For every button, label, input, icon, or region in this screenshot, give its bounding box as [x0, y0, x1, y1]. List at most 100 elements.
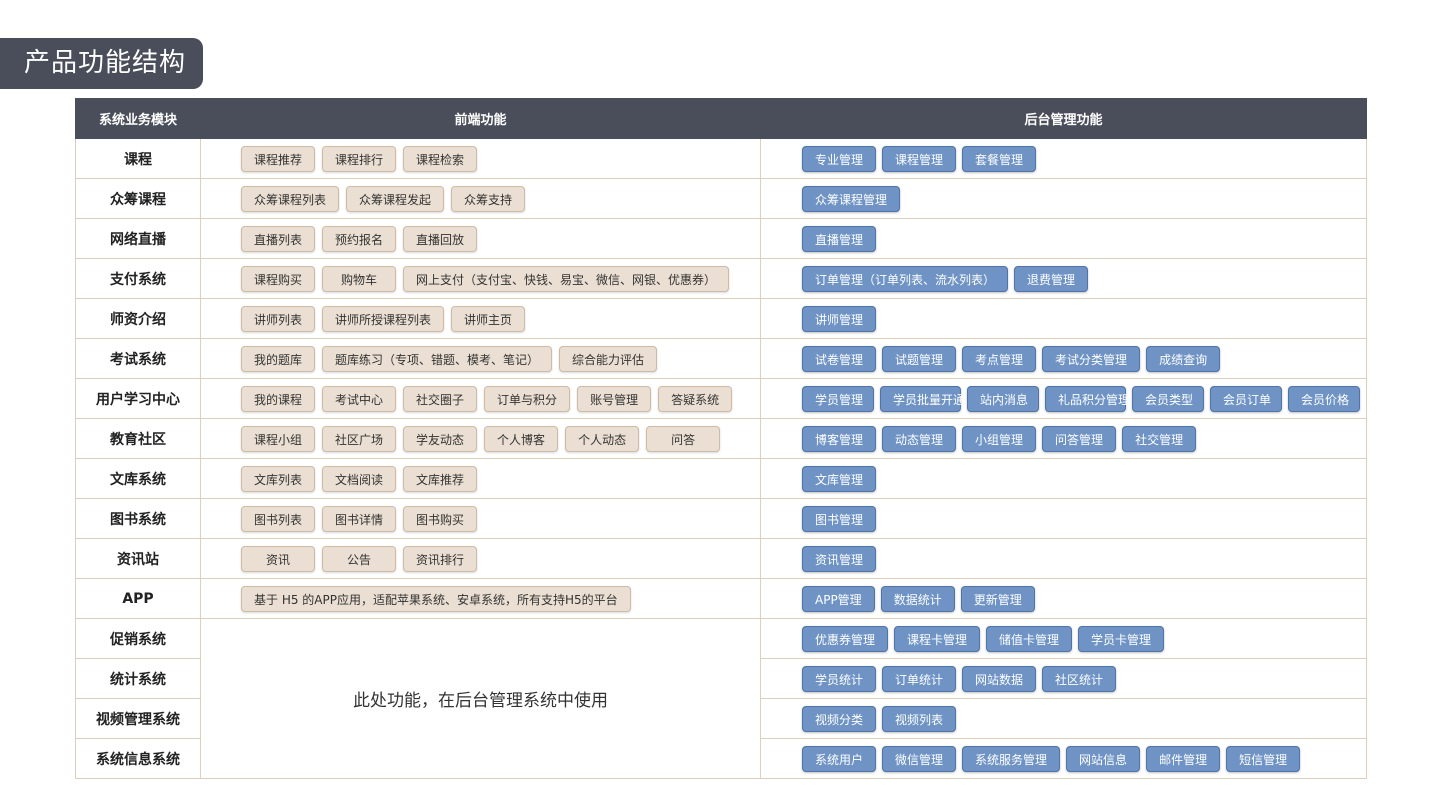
back-feature-chip: 文库管理 — [802, 465, 877, 492]
front-features-cell: 基于 H5 的APP应用，适配苹果系统、安卓系统，所有支持H5的平台 — [200, 578, 761, 619]
front-feature-chip: 公告 — [322, 545, 396, 572]
front-feature-chip: 课程排行 — [322, 145, 397, 172]
front-feature-chip: 问答 — [646, 425, 721, 452]
front-feature-chip: 图书详情 — [322, 505, 397, 532]
front-feature-chip: 我的题库 — [241, 345, 316, 372]
front-feature-chip: 账号管理 — [577, 385, 652, 412]
back-feature-chip: 礼品积分管理 — [1045, 385, 1130, 412]
back-chip-list: 图书管理 — [802, 505, 1366, 532]
back-feature-chip: 成绩查询 — [1146, 345, 1221, 372]
back-chip-list: 视频分类 视频列表 — [802, 705, 1366, 732]
back-features-cell: 文库管理 — [760, 458, 1367, 499]
back-feature-chip: 更新管理 — [960, 585, 1035, 612]
back-chip-list: 文库管理 — [802, 465, 1366, 492]
front-feature-chip: 图书购买 — [403, 505, 478, 532]
front-feature-chip: 题库练习（专项、错题、模考、笔记） — [322, 345, 553, 372]
table-row: 师资介绍 讲师列表 讲师所授课程列表 讲师主页 讲师管理 — [75, 298, 1367, 339]
front-features-cell: 资讯 公告 资讯排行 — [200, 538, 761, 579]
front-feature-chip: 课程推荐 — [241, 145, 316, 172]
back-feature-chip: 图书管理 — [802, 505, 877, 532]
front-feature-chip: 讲师列表 — [241, 305, 316, 332]
back-feature-chip: 专业管理 — [802, 145, 877, 172]
back-chip-list: 学员管理 学员批量开通 站内消息 礼品积分管理 会员类型 会员订单 会员价格 — [802, 385, 1366, 412]
front-feature-chip: 订单与积分 — [484, 385, 571, 412]
back-chip-list: 试卷管理 试题管理 考点管理 考试分类管理 成绩查询 — [802, 345, 1366, 372]
front-feature-chip: 讲师主页 — [451, 305, 526, 332]
module-name: 资讯站 — [75, 538, 201, 579]
front-feature-chip: 网上支付（支付宝、快钱、易宝、微信、网银、优惠券） — [403, 265, 730, 292]
front-features-cell: 我的课程 考试中心 社交圈子 订单与积分 账号管理 答疑系统 — [200, 378, 761, 419]
table-row: 网络直播 直播列表 预约报名 直播回放 直播管理 — [75, 218, 1367, 259]
back-feature-chip: 套餐管理 — [962, 145, 1037, 172]
back-features-cell: 众筹课程管理 — [760, 178, 1367, 219]
back-chip-list: 直播管理 — [802, 225, 1366, 252]
back-chip-list: 订单管理（订单列表、流水列表） 退费管理 — [802, 265, 1366, 292]
back-feature-chip: 考试分类管理 — [1042, 345, 1141, 372]
back-feature-chip: 学员批量开通 — [880, 385, 965, 412]
front-chip-list: 课程小组 社区广场 学友动态 个人博客 个人动态 问答 — [241, 425, 760, 452]
header-front: 前端功能 — [200, 98, 761, 139]
back-feature-chip: 众筹课程管理 — [802, 185, 901, 212]
back-feature-chip: 会员价格 — [1288, 385, 1360, 412]
front-feature-chip: 社区广场 — [322, 425, 397, 452]
front-chip-list: 众筹课程列表 众筹课程发起 众筹支持 — [241, 185, 760, 212]
table-body: 课程 课程推荐 课程排行 课程检索 专业管理 课程管理 套餐管理 众筹课程 众筹课程列表 众筹课程… — [75, 138, 1367, 779]
back-feature-chip: 网站信息 — [1066, 745, 1141, 772]
back-features-cell: 系统用户 微信管理 系统服务管理 网站信息 邮件管理 短信管理 — [760, 738, 1367, 779]
back-chip-list: 专业管理 课程管理 套餐管理 — [802, 145, 1366, 172]
back-feature-chip: 问答管理 — [1042, 425, 1117, 452]
back-feature-chip: 微信管理 — [882, 745, 957, 772]
front-feature-chip: 预约报名 — [322, 225, 397, 252]
module-name: 图书系统 — [75, 498, 201, 539]
back-features-cell: 试卷管理 试题管理 考点管理 考试分类管理 成绩查询 — [760, 338, 1367, 379]
front-feature-chip: 讲师所授课程列表 — [322, 305, 445, 332]
module-name: 文库系统 — [75, 458, 201, 499]
front-features-cell: 直播列表 预约报名 直播回放 — [200, 218, 761, 259]
table-row: APP 基于 H5 的APP应用，适配苹果系统、安卓系统，所有支持H5的平台 APP… — [75, 578, 1367, 619]
front-feature-chip: 我的课程 — [241, 385, 316, 412]
table-row: 众筹课程 众筹课程列表 众筹课程发起 众筹支持 众筹课程管理 — [75, 178, 1367, 219]
front-feature-chip: 购物车 — [322, 265, 397, 292]
front-feature-chip: 资讯排行 — [403, 545, 478, 572]
front-feature-chip: 个人博客 — [484, 425, 559, 452]
back-feature-chip: 订单统计 — [882, 665, 957, 692]
front-features-cell: 课程购买 购物车 网上支付（支付宝、快钱、易宝、微信、网银、优惠券） — [200, 258, 761, 299]
back-features-cell: 博客管理 动态管理 小组管理 问答管理 社交管理 — [760, 418, 1367, 459]
front-feature-chip: 众筹课程发起 — [346, 185, 445, 212]
front-features-cell: 讲师列表 讲师所授课程列表 讲师主页 — [200, 298, 761, 339]
module-name: 促销系统 — [75, 618, 201, 659]
back-chip-list: 博客管理 动态管理 小组管理 问答管理 社交管理 — [802, 425, 1366, 452]
back-feature-chip: 社区统计 — [1042, 665, 1117, 692]
back-feature-chip: 课程卡管理 — [894, 625, 981, 652]
page-title: 产品功能结构 — [0, 38, 203, 89]
back-feature-chip: 邮件管理 — [1146, 745, 1221, 772]
back-feature-chip: 考点管理 — [962, 345, 1037, 372]
back-features-cell: 学员管理 学员批量开通 站内消息 礼品积分管理 会员类型 会员订单 会员价格 — [760, 378, 1367, 419]
front-feature-chip: 学友动态 — [403, 425, 478, 452]
module-name: 视频管理系统 — [75, 698, 201, 739]
front-chip-list: 直播列表 预约报名 直播回放 — [241, 225, 760, 252]
back-feature-chip: 社交管理 — [1122, 425, 1197, 452]
front-feature-chip: 答疑系统 — [658, 385, 733, 412]
module-name: 统计系统 — [75, 658, 201, 699]
function-structure-table: 系统业务模块 前端功能 后台管理功能 课程 课程推荐 课程排行 课程检索 专业管理 课程管… — [75, 98, 1367, 779]
back-feature-chip: 资讯管理 — [802, 545, 877, 572]
back-feature-chip: 站内消息 — [967, 385, 1039, 412]
back-chip-list: 优惠券管理 课程卡管理 储值卡管理 学员卡管理 — [802, 625, 1366, 652]
front-chip-list: 课程推荐 课程排行 课程检索 — [241, 145, 760, 172]
back-features-cell: APP管理 数据统计 更新管理 — [760, 578, 1367, 619]
back-feature-chip: 小组管理 — [962, 425, 1037, 452]
front-feature-chip: 图书列表 — [241, 505, 316, 532]
table-row: 支付系统 课程购买 购物车 网上支付（支付宝、快钱、易宝、微信、网银、优惠券） 订单管理… — [75, 258, 1367, 299]
front-chip-list: 文库列表 文档阅读 文库推荐 — [241, 465, 760, 492]
back-features-cell: 资讯管理 — [760, 538, 1367, 579]
front-chip-list: 课程购买 购物车 网上支付（支付宝、快钱、易宝、微信、网银、优惠券） — [241, 265, 760, 292]
module-name: 众筹课程 — [75, 178, 201, 219]
front-chip-list: 讲师列表 讲师所授课程列表 讲师主页 — [241, 305, 760, 332]
front-features-cell: 文库列表 文档阅读 文库推荐 — [200, 458, 761, 499]
header-module: 系统业务模块 — [75, 98, 201, 139]
module-name: APP — [75, 578, 201, 619]
front-feature-chip: 课程购买 — [241, 265, 316, 292]
back-feature-chip: 会员订单 — [1210, 385, 1282, 412]
front-features-cell: 我的题库 题库练习（专项、错题、模考、笔记） 综合能力评估 — [200, 338, 761, 379]
